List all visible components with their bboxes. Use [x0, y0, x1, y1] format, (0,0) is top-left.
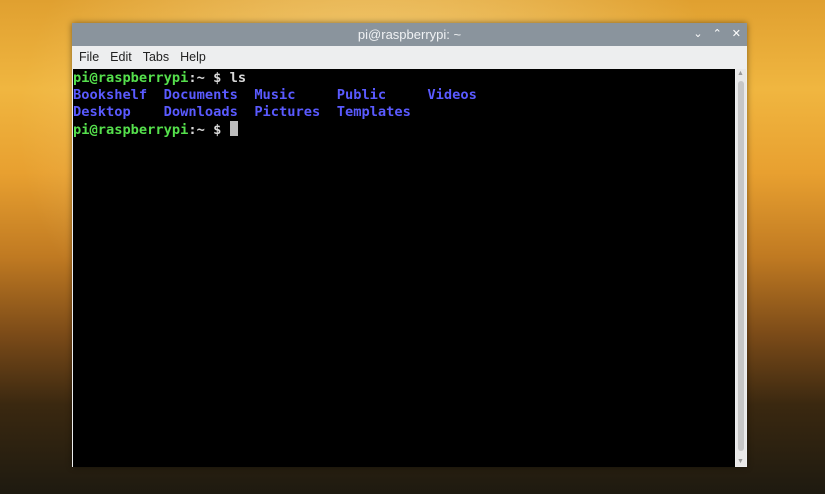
- dir-entry: Music: [254, 87, 337, 103]
- dir-entry: Templates: [336, 104, 411, 120]
- scroll-down-icon[interactable]: ▼: [737, 458, 744, 465]
- menu-file[interactable]: File: [79, 50, 99, 64]
- menu-tabs[interactable]: Tabs: [143, 50, 169, 64]
- dir-entry: Pictures: [254, 104, 337, 120]
- terminal-output[interactable]: pi@raspberrypi:~ $ ls Bookshelf Documents…: [73, 69, 735, 467]
- scrollbar[interactable]: ▲ ▼: [736, 69, 746, 466]
- dir-entry: Downloads: [163, 104, 255, 120]
- menu-edit[interactable]: Edit: [110, 50, 132, 64]
- dir-entry: Documents: [163, 87, 255, 103]
- dir-entry: Videos: [427, 87, 477, 103]
- terminal-line: Bookshelf Documents Music Public Videos: [73, 87, 735, 104]
- title-bar[interactable]: pi@raspberrypi: ~ ⌄ ⌃ ✕: [72, 23, 747, 46]
- scroll-up-icon[interactable]: ▲: [737, 70, 744, 77]
- command: ls: [229, 70, 247, 86]
- cursor: [229, 121, 238, 136]
- prompt-user: pi@raspberrypi: [73, 70, 189, 86]
- dir-entry: Bookshelf: [73, 87, 164, 103]
- menu-bar: File Edit Tabs Help: [72, 46, 747, 68]
- dir-entry: Desktop: [73, 104, 164, 120]
- terminal-line: Desktop Downloads Pictures Templates: [73, 104, 735, 121]
- maximize-icon[interactable]: ⌃: [713, 23, 722, 46]
- terminal-window: pi@raspberrypi: ~ ⌄ ⌃ ✕ File Edit Tabs H…: [72, 23, 747, 467]
- prompt-user: pi@raspberrypi: [73, 122, 189, 138]
- prompt-path: :~ $: [188, 122, 230, 138]
- dir-entry: Public: [336, 87, 428, 103]
- terminal-line: pi@raspberrypi:~ $ ls: [73, 70, 735, 87]
- menu-help[interactable]: Help: [180, 50, 206, 64]
- terminal-line: pi@raspberrypi:~ $: [73, 121, 735, 139]
- minimize-icon[interactable]: ⌄: [693, 23, 702, 46]
- close-icon[interactable]: ✕: [732, 23, 741, 46]
- prompt-path: :~ $: [188, 70, 230, 86]
- window-title: pi@raspberrypi: ~: [357, 27, 462, 42]
- scrollbar-thumb[interactable]: [738, 81, 744, 451]
